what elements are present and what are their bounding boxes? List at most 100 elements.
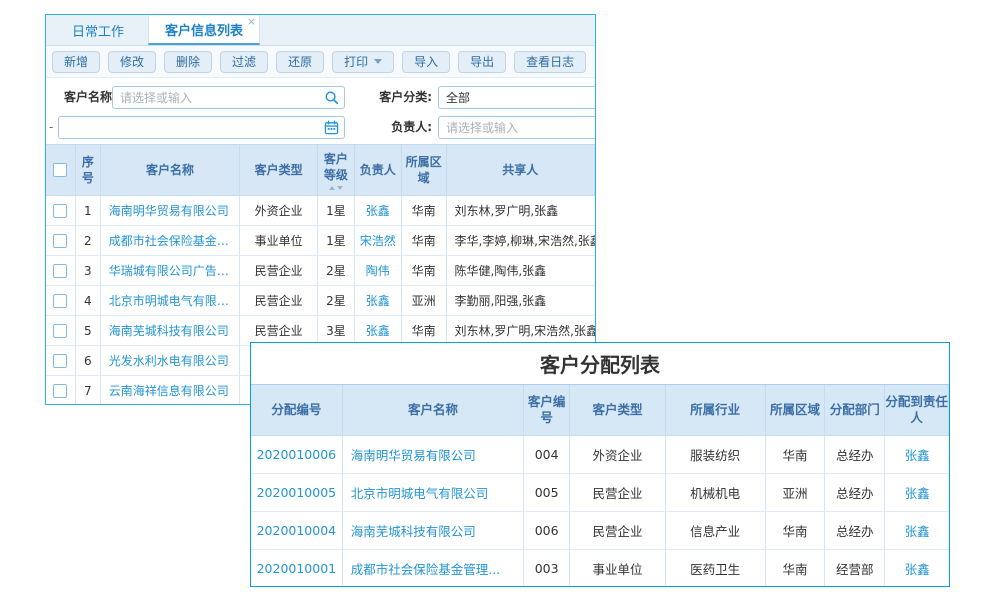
column-header-dept[interactable]: 分配部门 (825, 385, 885, 435)
owner-input[interactable] (438, 116, 596, 139)
calendar-icon[interactable] (324, 120, 339, 135)
toolbar-button-1[interactable]: 新增 (52, 51, 100, 73)
date-field-wrap (58, 116, 345, 139)
column-header-alloc-no[interactable]: 分配编号 (251, 385, 343, 435)
tab-customer-info-list[interactable]: 客户信息列表 × (148, 15, 260, 45)
customer-name-cell-link[interactable]: 云南海祥信息有限公司 (109, 382, 229, 399)
column-header-customer-type[interactable]: 客户类型 (570, 385, 666, 435)
alloc-no-cell-link[interactable]: 2020010006 (257, 447, 337, 462)
customer-name-cell-link[interactable]: 海南明华贸易有限公司 (109, 202, 229, 219)
dept-cell: 经营部 (825, 550, 885, 587)
toolbar-button-7[interactable]: 导入 (402, 51, 450, 73)
toolbar-button-3[interactable]: 删除 (164, 51, 212, 73)
table-row[interactable]: 2020010001成都市社会保险基金管理...003事业单位医药卫生华南经营部… (251, 550, 949, 587)
table-row[interactable]: 2成都市社会保险基金管理...事业单位1星宋浩然华南李华,李婷,柳琳,宋浩然,张… (46, 226, 595, 256)
toolbar-button-6[interactable]: 打印 (332, 51, 394, 73)
date-input[interactable] (58, 116, 345, 139)
assignee-cell-link[interactable]: 张鑫 (905, 521, 930, 540)
row-checkbox[interactable] (53, 354, 67, 368)
customer-name-cell: 成都市社会保险基金管理... (343, 550, 525, 587)
row-checkbox[interactable] (53, 234, 67, 248)
customer-name-cell: 北京市明城电气有限公司 (101, 286, 241, 315)
owner-cell-link[interactable]: 张鑫 (366, 292, 390, 309)
column-header-seq[interactable]: 序号 (76, 145, 101, 195)
owner-label: 负责人: (372, 116, 432, 139)
customer-level-cell: 2星 (318, 286, 355, 315)
column-header-customer-level[interactable]: 客户等级 (318, 145, 355, 195)
row-checkbox[interactable] (53, 264, 67, 278)
sort-icon[interactable] (329, 185, 343, 190)
customer-name-cell-link[interactable]: 海南芜城科技有限公司 (351, 521, 476, 540)
column-header-assignee[interactable]: 分配到责任人 (885, 385, 949, 435)
customer-no-cell: 003 (524, 550, 570, 587)
seq-cell: 2 (76, 226, 101, 255)
table-row[interactable]: 4北京市明城电气有限公司民营企业2星张鑫亚洲李勤丽,阳强,张鑫 (46, 286, 595, 316)
search-icon[interactable] (324, 90, 339, 105)
customer-type-cell: 民营企业 (570, 474, 666, 511)
table-row[interactable]: 2020010004海南芜城科技有限公司006民营企业信息产业华南总经办张鑫 (251, 512, 949, 550)
toolbar-button-8[interactable]: 导出 (458, 51, 506, 73)
table-row[interactable]: 3华瑞城有限公司广告设计部民营企业2星陶伟华南陈华健,陶伟,张鑫 (46, 256, 595, 286)
region-cell: 华南 (766, 550, 826, 587)
toolbar-button-4[interactable]: 过滤 (220, 51, 268, 73)
column-header-owner[interactable]: 负责人 (355, 145, 402, 195)
column-header-region[interactable]: 所属区域 (766, 385, 826, 435)
customer-name-cell-link[interactable]: 北京市明城电气有限公司 (109, 292, 240, 309)
column-header-customer-name[interactable]: 客户名称 (343, 385, 524, 435)
alloc-no-cell-link[interactable]: 2020010004 (257, 523, 337, 538)
assignee-cell-link[interactable]: 张鑫 (905, 445, 930, 464)
owner-cell: 张鑫 (355, 196, 402, 225)
column-header-customer-no[interactable]: 客户编号 (524, 385, 570, 435)
owner-cell-link[interactable]: 张鑫 (366, 322, 390, 339)
table-row[interactable]: 1海南明华贸易有限公司外资企业1星张鑫华南刘东林,罗广明,张鑫 (46, 196, 595, 226)
table-row[interactable]: 2020010005北京市明城电气有限公司005民营企业机械机电亚洲总经办张鑫 (251, 474, 949, 512)
toolbar-button-label: 打印 (344, 53, 368, 70)
owner-cell-link[interactable]: 宋浩然 (360, 232, 396, 249)
customer-name-cell-link[interactable]: 海南芜城科技有限公司 (109, 322, 229, 339)
customer-type-cell: 外资企业 (240, 196, 318, 225)
tab-daily-work[interactable]: 日常工作 (56, 15, 140, 45)
dept-cell: 总经办 (825, 512, 885, 549)
alloc-no-cell-link[interactable]: 2020010001 (257, 561, 337, 576)
customer-name-label: 客户名称: (64, 86, 117, 109)
customer-name-cell-link[interactable]: 北京市明城电气有限公司 (351, 483, 489, 502)
row-checkbox[interactable] (53, 294, 67, 308)
alloc-no-cell-link[interactable]: 2020010005 (257, 485, 337, 500)
region-cell: 亚洲 (766, 474, 826, 511)
customer-level-cell: 3星 (318, 316, 355, 345)
customer-name-cell-link[interactable]: 成都市社会保险基金管理... (351, 559, 500, 578)
column-header-shared[interactable]: 共享人 (447, 145, 595, 195)
assignee-cell-link[interactable]: 张鑫 (905, 483, 930, 502)
customer-name-cell-link[interactable]: 成都市社会保险基金管理... (109, 232, 240, 249)
toolbar-button-5[interactable]: 还原 (276, 51, 324, 73)
row-checkbox[interactable] (53, 204, 67, 218)
column-header-customer-type[interactable]: 客户类型 (240, 145, 318, 195)
customer-name-input[interactable] (112, 86, 345, 109)
toolbar-button-2[interactable]: 修改 (108, 51, 156, 73)
close-icon[interactable]: × (247, 16, 256, 27)
toolbar-button-label: 修改 (120, 53, 144, 70)
assignee-cell-link[interactable]: 张鑫 (905, 559, 930, 578)
column-header-customer-name[interactable]: 客户名称 (101, 145, 240, 195)
row-checkbox[interactable] (53, 384, 67, 398)
customer-type-cell: 民营企业 (570, 512, 666, 549)
customer-name-cell-link[interactable]: 海南明华贸易有限公司 (351, 445, 476, 464)
customer-name-cell: 成都市社会保险基金管理... (101, 226, 241, 255)
column-header-industry[interactable]: 所属行业 (666, 385, 766, 435)
owner-cell-link[interactable]: 陶伟 (366, 262, 390, 279)
date-range-separator: - (49, 116, 53, 139)
industry-cell: 医药卫生 (666, 550, 766, 587)
region-cell: 华南 (402, 316, 447, 345)
toolbar-button-9[interactable]: 查看日志 (514, 51, 586, 73)
customer-category-select[interactable] (438, 86, 596, 109)
owner-cell-link[interactable]: 张鑫 (366, 202, 390, 219)
row-checkbox[interactable] (53, 324, 67, 338)
assignee-cell: 张鑫 (885, 474, 949, 511)
column-header-region[interactable]: 所属区域 (402, 145, 447, 195)
dept-cell: 总经办 (825, 436, 885, 473)
table-row[interactable]: 2020010006海南明华贸易有限公司004外资企业服装纺织华南总经办张鑫 (251, 436, 949, 474)
customer-name-cell-link[interactable]: 华瑞城有限公司广告设计部 (109, 262, 240, 279)
select-all-checkbox[interactable] (53, 163, 67, 177)
region-cell: 华南 (766, 436, 826, 473)
customer-name-cell-link[interactable]: 光发水利水电有限公司 (109, 352, 229, 369)
